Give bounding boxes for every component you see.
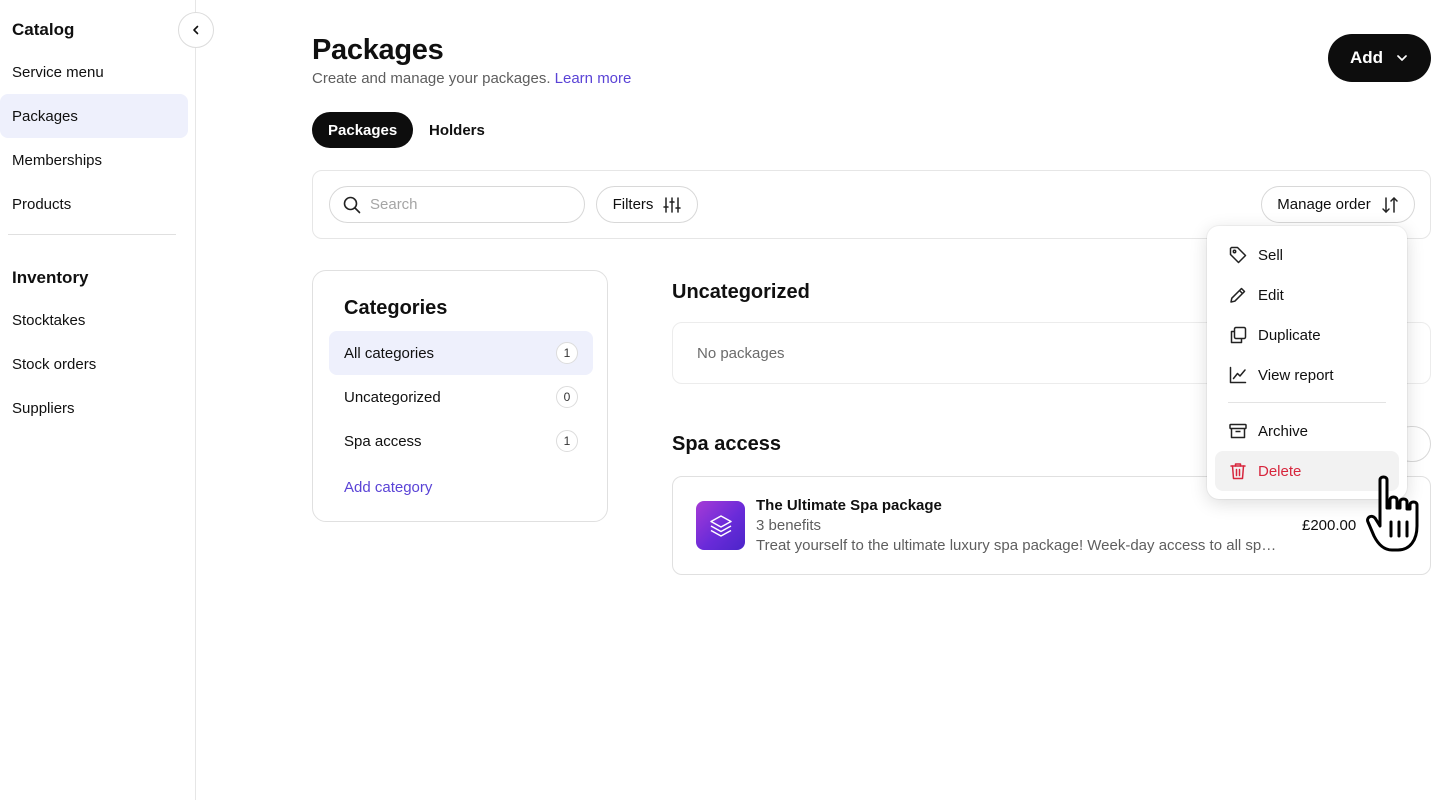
sort-icon <box>1381 196 1398 213</box>
sidebar-collapse-button[interactable] <box>178 12 214 48</box>
sidebar-item-label: Packages <box>12 107 78 125</box>
sidebar-item-memberships[interactable]: Memberships <box>0 138 188 182</box>
category-all[interactable]: All categories 1 <box>329 331 593 375</box>
search-icon <box>343 196 361 213</box>
categories-title: Categories <box>344 297 448 319</box>
category-label: Uncategorized <box>344 388 441 406</box>
filters-button[interactable]: Filters <box>596 186 698 223</box>
menu-item-label: View report <box>1258 366 1334 384</box>
pencil-icon <box>1230 287 1246 303</box>
sidebar-catalog-title: Catalog <box>12 20 75 39</box>
actions-menu: Sell Edit Duplicate View report Archive … <box>1207 226 1407 499</box>
add-category-link[interactable]: Add category <box>344 479 432 496</box>
sidebar-inventory-title: Inventory <box>12 268 89 287</box>
package-description: Treat yourself to the ultimate luxury sp… <box>756 537 1282 554</box>
tab-holders[interactable]: Holders <box>413 112 501 148</box>
category-count-badge: 0 <box>556 386 578 408</box>
page-subtitle-text: Create and manage your packages. <box>312 70 551 87</box>
archive-icon <box>1229 423 1247 439</box>
menu-item-label: Archive <box>1258 422 1309 440</box>
search-box[interactable] <box>329 186 585 223</box>
page-subtitle: Create and manage your packages. Learn m… <box>312 70 631 87</box>
package-name: The Ultimate Spa package <box>756 497 942 514</box>
manage-order-label: Manage order <box>1277 196 1371 213</box>
categories-panel: Categories All categories 1 Uncategorize… <box>312 270 608 522</box>
search-input[interactable] <box>370 196 570 213</box>
menu-item-duplicate[interactable]: Duplicate <box>1215 315 1399 355</box>
sidebar-item-stocktakes[interactable]: Stocktakes <box>0 298 188 342</box>
package-price: £200.00 <box>1302 517 1357 534</box>
learn-more-link[interactable]: Learn more <box>555 70 632 87</box>
menu-item-sell[interactable]: Sell <box>1215 235 1399 275</box>
tab-packages[interactable]: Packages <box>312 112 414 148</box>
pointer-hand-cursor-icon <box>1366 475 1419 552</box>
menu-item-view-report[interactable]: View report <box>1215 355 1399 395</box>
layers-icon <box>709 514 732 537</box>
page-title: Packages <box>312 34 444 66</box>
sidebar-item-service-menu[interactable]: Service menu <box>0 50 188 94</box>
sidebar-item-products[interactable]: Products <box>0 182 188 226</box>
copy-icon <box>1230 326 1247 344</box>
category-uncategorized[interactable]: Uncategorized 0 <box>329 375 593 419</box>
add-button-label: Add <box>1349 48 1384 67</box>
menu-item-label: Edit <box>1258 286 1284 304</box>
menu-item-label: Delete <box>1258 462 1302 480</box>
sidebar: Catalog Service menu Packages Membership… <box>0 0 196 800</box>
section-title-uncategorized: Uncategorized <box>672 281 810 303</box>
sidebar-item-label: Stocktakes <box>12 311 86 329</box>
menu-item-label: Sell <box>1258 246 1284 264</box>
sidebar-item-label: Service menu <box>12 63 104 81</box>
chart-line-icon <box>1229 366 1247 384</box>
chevron-left-icon <box>193 25 199 35</box>
trash-icon <box>1230 463 1246 480</box>
sidebar-item-label: Suppliers <box>12 399 75 417</box>
package-thumbnail <box>696 501 745 550</box>
category-label: All categories <box>344 344 435 362</box>
category-count-badge: 1 <box>556 342 578 364</box>
tag-icon <box>1229 246 1247 264</box>
menu-separator <box>1228 402 1386 403</box>
menu-item-edit[interactable]: Edit <box>1215 275 1399 315</box>
category-spa-access[interactable]: Spa access 1 <box>329 419 593 463</box>
sidebar-divider <box>8 234 176 235</box>
section-title-spa-access: Spa access <box>672 433 781 455</box>
package-benefits: 3 benefits <box>756 517 822 534</box>
category-label: Spa access <box>344 432 422 450</box>
chevron-down-icon <box>1397 55 1407 61</box>
add-button[interactable]: Add <box>1328 34 1431 82</box>
sliders-icon <box>663 196 682 213</box>
category-count-badge: 1 <box>556 430 578 452</box>
sidebar-item-packages[interactable]: Packages <box>0 94 188 138</box>
sidebar-item-label: Products <box>12 195 72 213</box>
sidebar-item-suppliers[interactable]: Suppliers <box>0 386 188 430</box>
menu-item-label: Duplicate <box>1258 326 1321 344</box>
sidebar-item-label: Memberships <box>12 151 103 169</box>
sidebar-item-label: Stock orders <box>12 355 97 373</box>
filters-label: Filters <box>612 196 654 213</box>
menu-item-archive[interactable]: Archive <box>1215 411 1399 451</box>
sidebar-item-stock-orders[interactable]: Stock orders <box>0 342 188 386</box>
manage-order-button[interactable]: Manage order <box>1261 186 1415 223</box>
